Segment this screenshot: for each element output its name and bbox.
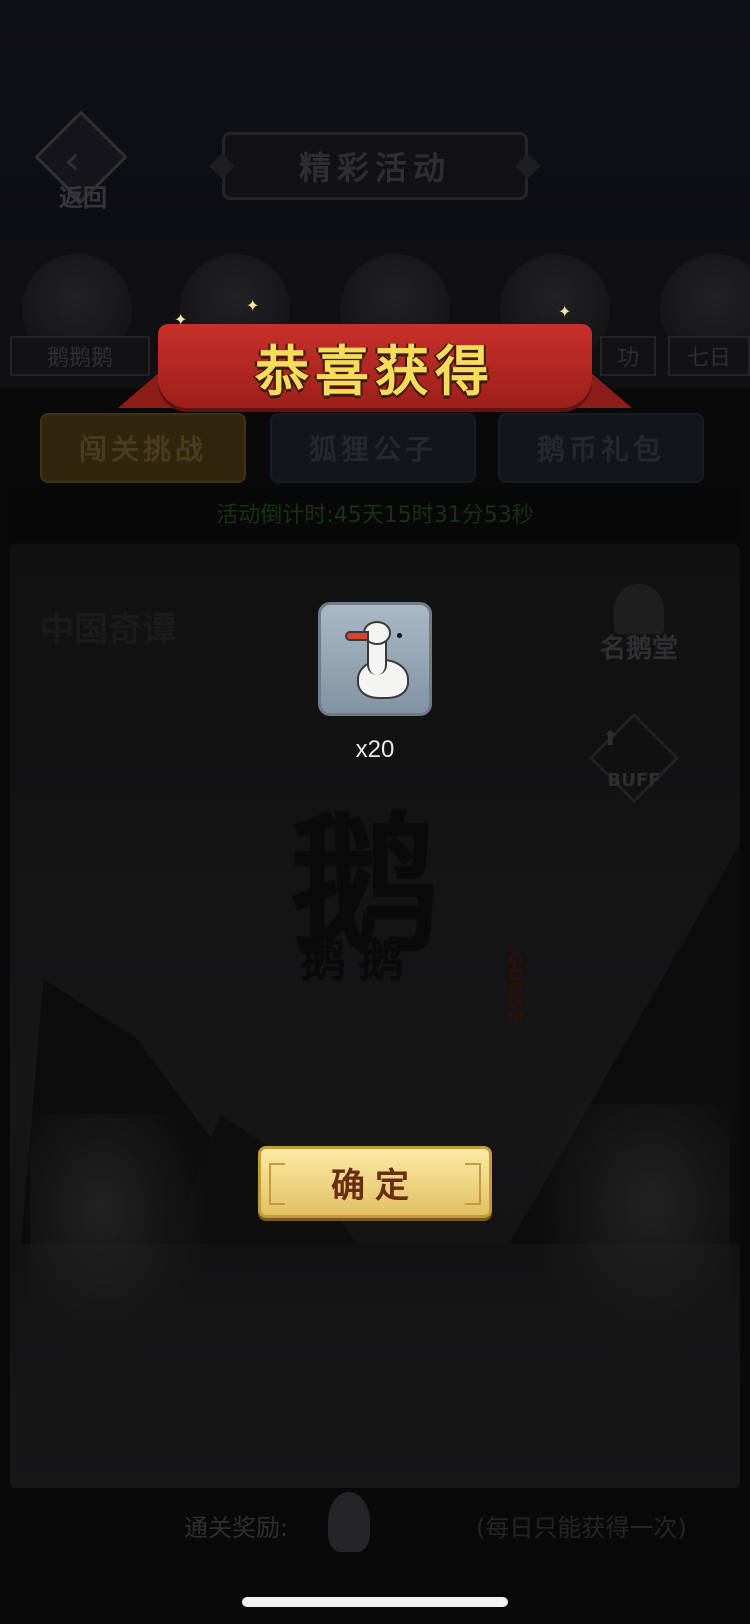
- confirm-button[interactable]: 确定: [258, 1146, 492, 1218]
- modal-dim-overlay[interactable]: [0, 0, 750, 1624]
- reward-item-count: x20: [355, 736, 395, 763]
- reward-banner: 恭喜获得 ✦ ✦ ✦: [118, 296, 632, 422]
- reward-item-card[interactable]: [318, 602, 432, 716]
- banner-title: 恭喜获得: [255, 338, 495, 403]
- sparkle-icon: ✦: [246, 296, 260, 315]
- goose-icon: [343, 619, 413, 703]
- confirm-button-label: 确定: [331, 1165, 419, 1206]
- home-indicator[interactable]: [242, 1597, 508, 1607]
- sparkle-icon: ✦: [174, 310, 188, 329]
- sparkle-icon: ✦: [558, 302, 572, 321]
